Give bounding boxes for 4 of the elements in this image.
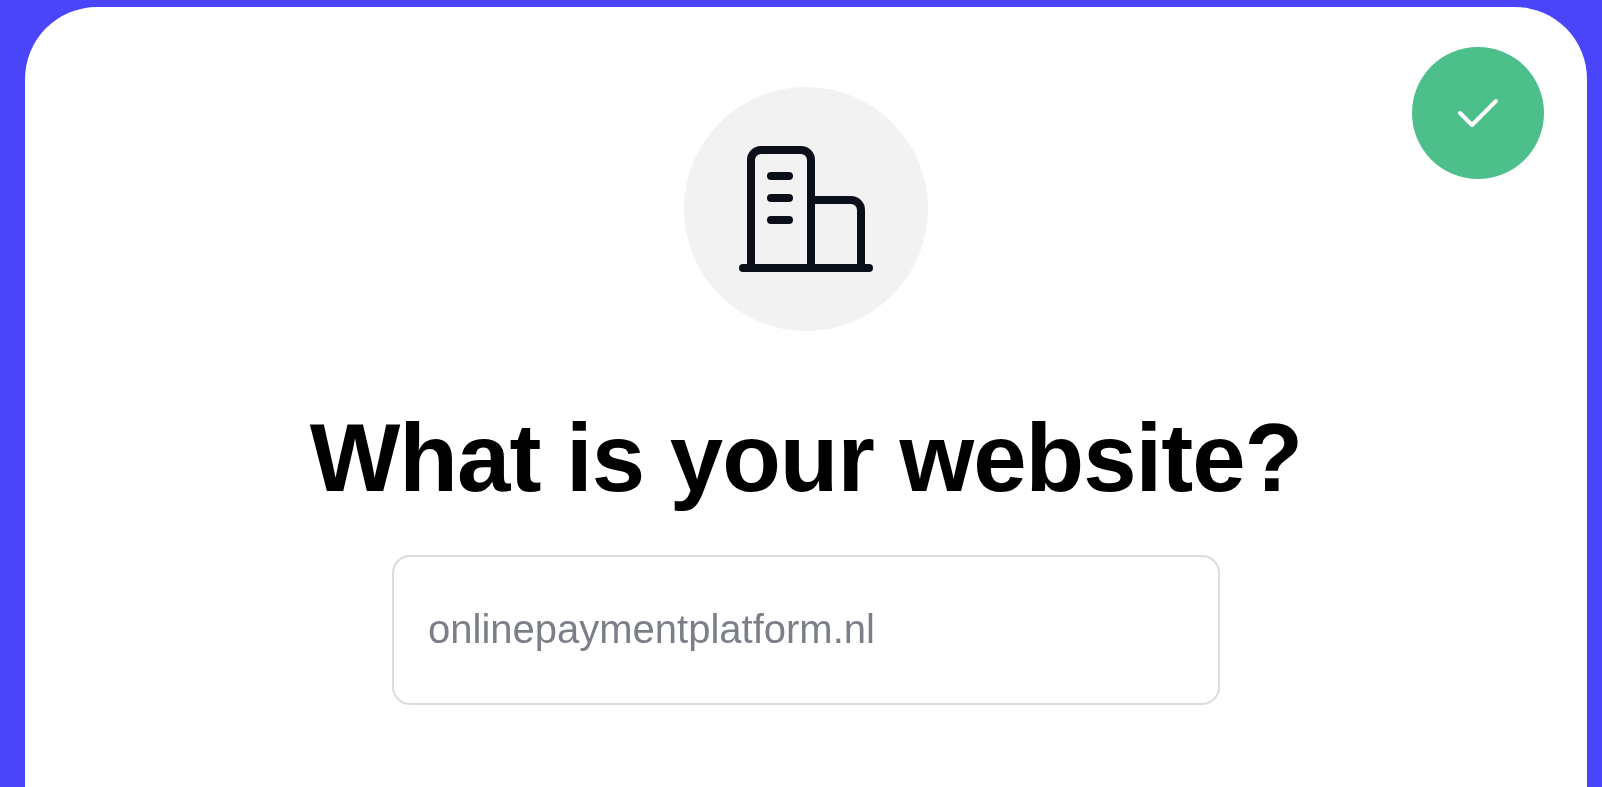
website-field[interactable]: onlinepaymentplatform.nl [392,554,1220,705]
building-icon [739,146,873,272]
check-icon [1457,97,1499,129]
page-heading: What is your website? [309,405,1303,511]
